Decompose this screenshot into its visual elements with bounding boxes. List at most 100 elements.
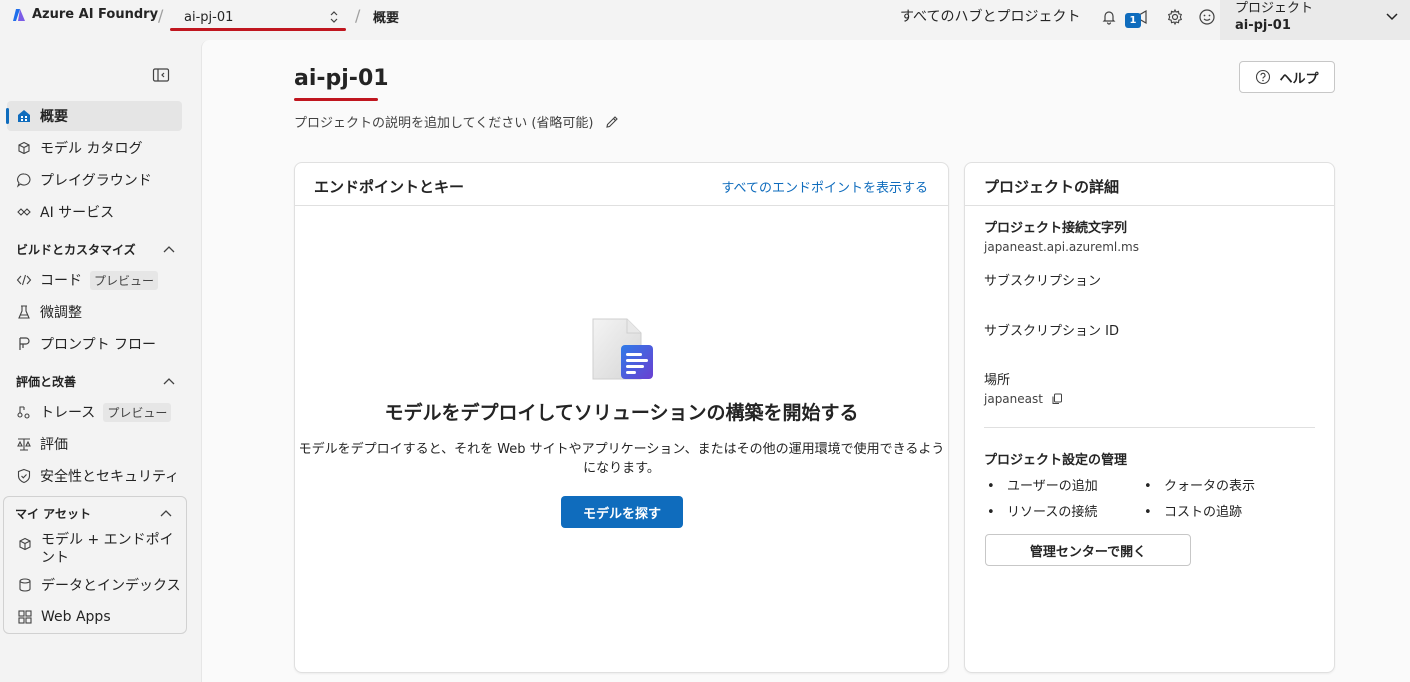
sidebar-item-label: モデル + エンドポイント (41, 532, 174, 566)
shield-icon (16, 468, 32, 484)
sidebar-item-label: Web Apps (41, 609, 111, 625)
brand-name: Azure AI Foundry (32, 7, 159, 22)
sidebar-item-ai-services[interactable]: AI サービス (7, 197, 182, 227)
empty-state-description: モデルをデプロイすると、それを Web サイトやアプリケーション、またはその他の… (298, 442, 945, 476)
subscription-id-label: サブスクリプション ID (984, 324, 1119, 339)
sidebar-item-trace[interactable]: トレース プレビュー (7, 397, 182, 427)
sidebar-item-prompt-flow[interactable]: プロンプト フロー (7, 329, 182, 359)
prompt-flow-icon (16, 336, 32, 352)
sidebar-item-label: 概要 (40, 109, 68, 125)
sidebar: 概要 モデル カタログ プレイグラウンド AI サービス ビルドとカスタマイズ … (0, 40, 200, 682)
sidebar-item-label: 安全性とセキュリティ (40, 469, 180, 485)
apps-grid-icon (17, 609, 33, 625)
scale-icon (16, 436, 32, 452)
sidebar-item-code[interactable]: コード プレビュー (7, 265, 182, 295)
project-switcher-label: ai-pj-01 (184, 9, 234, 25)
sidebar-item-safety[interactable]: 安全性とセキュリティ (7, 461, 182, 491)
breadcrumb-current: 概要 (373, 11, 400, 26)
project-account-menu[interactable]: プロジェクト ai-pj-01 (1220, 0, 1410, 40)
sidebar-item-playground[interactable]: プレイグラウンド (7, 165, 182, 195)
details-card-title: プロジェクトの詳細 (984, 178, 1120, 196)
section-build-header[interactable]: ビルドとカスタマイズ (16, 241, 176, 258)
pencil-edit-icon[interactable] (604, 114, 620, 130)
gear-icon[interactable] (1164, 6, 1186, 28)
chevron-updown-icon (330, 11, 338, 23)
collapse-sidebar-icon[interactable] (152, 67, 170, 83)
chevron-up-icon (163, 377, 175, 384)
sidebar-item-label: プレイグラウンド (40, 173, 152, 189)
question-circle-icon (1256, 69, 1271, 85)
add-users-link[interactable]: ユーザーの追加 (984, 475, 1141, 494)
document-illustration-icon (592, 318, 653, 380)
section-assets-title: マイ アセット (15, 507, 91, 521)
sidebar-item-fine-tuning[interactable]: 微調整 (7, 297, 182, 327)
annotation-underline (294, 98, 378, 101)
card-header: エンドポイントとキー すべてのエンドポイントを表示する (295, 163, 948, 206)
help-button[interactable]: ヘルプ (1239, 61, 1335, 93)
smiley-feedback-icon[interactable] (1196, 6, 1218, 28)
settings-title: プロジェクト設定の管理 (984, 453, 1128, 468)
annotation-underline (170, 28, 346, 31)
chevron-down-icon (1386, 13, 1398, 21)
section-eval-header[interactable]: 評価と改善 (16, 373, 176, 390)
notification-badge: 1 (1125, 13, 1141, 28)
ai-services-icon (16, 204, 32, 220)
view-all-endpoints-link[interactable]: すべてのエンドポイントを表示する (721, 177, 928, 196)
trace-icon (16, 404, 32, 420)
sidebar-item-models-endpoints[interactable]: モデル + エンドポイント (8, 529, 184, 569)
copy-icon[interactable] (1051, 393, 1063, 405)
code-icon (16, 272, 32, 288)
sidebar-item-label: トレース (40, 405, 96, 421)
connection-string-label: プロジェクト接続文字列 (984, 221, 1128, 236)
location-label: 場所 (984, 373, 1011, 388)
sidebar-item-data-indexes[interactable]: データとインデックス (8, 570, 184, 600)
section-assets-header[interactable]: マイ アセット (15, 505, 173, 522)
location-row: japaneast (984, 392, 1063, 406)
all-hubs-link[interactable]: すべてのハブとプロジェクト (900, 6, 1080, 26)
sidebar-item-label: データとインデックス (41, 578, 181, 594)
sidebar-item-model-catalog[interactable]: モデル カタログ (7, 133, 182, 163)
location-value: japaneast (984, 392, 1043, 406)
database-icon (17, 577, 33, 593)
page-title: ai-pj-01 (294, 66, 389, 91)
description-text: プロジェクトの説明を追加してください (省略可能) (294, 116, 594, 131)
breadcrumb-separator: / (158, 6, 164, 25)
project-menu-label: プロジェクト (1235, 1, 1314, 16)
find-models-button[interactable]: モデルを探す (561, 496, 683, 528)
divider (984, 427, 1315, 428)
bell-icon[interactable] (1098, 6, 1120, 28)
sidebar-item-label: AI サービス (40, 205, 115, 221)
cube-icon (17, 536, 33, 552)
section-eval-title: 評価と改善 (16, 375, 77, 389)
view-quota-link[interactable]: クォータの表示 (1141, 475, 1298, 494)
preview-tag: プレビュー (90, 270, 159, 290)
sidebar-item-evaluation[interactable]: 評価 (7, 429, 182, 459)
chat-bubble-icon (16, 172, 32, 188)
brand[interactable]: Azure AI Foundry (12, 7, 158, 22)
project-details-card: プロジェクトの詳細 プロジェクト接続文字列 japaneast.api.azur… (964, 162, 1335, 673)
main-content: ai-pj-01 プロジェクトの説明を追加してください (省略可能) ヘルプ エ… (201, 40, 1410, 682)
project-menu-value: ai-pj-01 (1235, 18, 1291, 33)
chevron-up-icon (160, 509, 172, 516)
connect-resources-link[interactable]: リソースの接続 (984, 501, 1141, 520)
sidebar-item-label: 評価 (40, 437, 68, 453)
settings-list: ユーザーの追加 クォータの表示 リソースの接続 コストの追跡 (984, 475, 1304, 520)
help-button-label: ヘルプ (1279, 71, 1319, 87)
my-assets-panel: マイ アセット モデル + エンドポイント データとインデックス Web App… (3, 496, 187, 634)
sidebar-item-overview[interactable]: 概要 (6, 101, 182, 131)
home-grid-icon (16, 108, 32, 124)
sidebar-item-web-apps[interactable]: Web Apps (8, 602, 184, 632)
chevron-up-icon (163, 245, 175, 252)
sidebar-item-label: プロンプト フロー (40, 337, 157, 353)
endpoints-card: エンドポイントとキー すべてのエンドポイントを表示する モデルをデプロイしてソリ… (294, 162, 949, 673)
project-description: プロジェクトの説明を追加してください (省略可能) (294, 112, 620, 131)
track-costs-link[interactable]: コストの追跡 (1141, 501, 1298, 520)
section-build-title: ビルドとカスタマイズ (16, 243, 136, 257)
open-management-center-button[interactable]: 管理センターで開く (985, 534, 1191, 566)
sidebar-item-label: 微調整 (40, 305, 82, 321)
project-switcher[interactable]: ai-pj-01 (170, 4, 346, 31)
connection-string-value: japaneast.api.azureml.ms (984, 240, 1139, 254)
card-header: プロジェクトの詳細 (965, 163, 1334, 206)
empty-state-title: モデルをデプロイしてソリューションの構築を開始する (384, 402, 859, 424)
preview-tag: プレビュー (103, 402, 172, 422)
